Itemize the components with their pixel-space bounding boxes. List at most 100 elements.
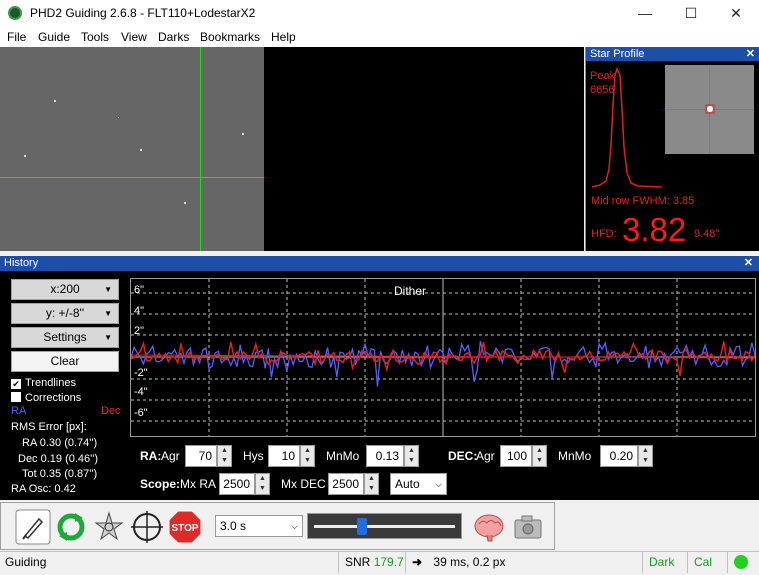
loop-icon [57, 513, 85, 541]
stop-icon: STOP [168, 510, 202, 544]
chevron-down-icon: ▼ [104, 333, 112, 342]
scope-label: Scope: [140, 477, 181, 491]
loop-exposure-button[interactable] [53, 509, 89, 545]
snr-value: 179.7 [373, 555, 404, 569]
corrections-label: Corrections [25, 392, 82, 404]
dec-guide-mode-select[interactable]: Auto ⌵ [390, 473, 447, 495]
hfd-label: HFD: [591, 228, 617, 240]
connected-led-icon [734, 555, 748, 569]
history-close-icon[interactable]: ✕ [744, 256, 753, 271]
dither-annotation: Dither [394, 284, 427, 298]
slider-thumb[interactable] [357, 518, 368, 535]
star-profile-curve [591, 67, 663, 188]
minimize-button[interactable]: — [622, 0, 668, 28]
gamma-slider[interactable] [307, 513, 462, 539]
y-tick-label: 4" [134, 305, 145, 317]
camera-image-dark-area [264, 47, 584, 251]
dec-mnmo-spinner[interactable]: ▲ ▼ [638, 445, 653, 467]
exposure-duration-select[interactable]: 3.0 s ⌵ [215, 515, 303, 537]
menu-tools[interactable]: Tools [81, 30, 109, 44]
y-tick-label: -6" [134, 407, 148, 419]
menu-bookmarks[interactable]: Bookmarks [200, 30, 260, 44]
snr-label: SNR [345, 555, 371, 569]
camera-connect-icon [15, 509, 51, 545]
dec-agr-spinner[interactable]: ▲ ▼ [532, 445, 547, 467]
history-title: History [4, 257, 39, 269]
app-icon [8, 6, 22, 20]
ra-agr-input[interactable]: 70 [185, 445, 217, 467]
ra-oscillation: RA Osc: 0.42 [11, 483, 76, 495]
brain-icon [474, 514, 504, 542]
mx-ra-label: Mx RA [180, 477, 216, 491]
history-graph-canvas [131, 279, 755, 436]
chevron-down-icon: ⌵ [435, 479, 442, 489]
clear-button[interactable]: Clear [11, 351, 119, 372]
legend-dec: Dec [101, 405, 121, 417]
x-scale-button[interactable]: x:200 ▼ [11, 279, 119, 300]
ra-hys-spinner[interactable]: ▲ ▼ [300, 445, 315, 467]
star-profile-close-icon[interactable]: ✕ [746, 47, 755, 61]
dec-mnmo-label: MnMo [558, 449, 592, 463]
menu-help[interactable]: Help [271, 30, 296, 44]
history-graph[interactable]: 6" 4" 2" -2" -4" -6" Dither [130, 278, 756, 437]
menu-bar: File Guide Tools View Darks Bookmarks He… [0, 28, 759, 47]
mx-ra-input[interactable]: 2500 [219, 473, 255, 495]
checkbox-checked-icon: ✔ [11, 379, 21, 389]
y-tick-label: 2" [134, 325, 145, 337]
window-title: PHD2 Guiding 2.6.8 - FLT110+LodestarX2 [30, 6, 256, 20]
star [118, 117, 119, 118]
mx-ra-spinner[interactable]: ▲ ▼ [255, 473, 270, 495]
settings-label: Settings [43, 330, 87, 344]
trendlines-checkbox[interactable]: ✔ Trendlines [11, 377, 76, 389]
auto-select-star-button[interactable] [91, 509, 127, 545]
camera-gear-icon [514, 515, 542, 539]
ra-mnmo-spinner[interactable]: ▲ ▼ [404, 445, 419, 467]
ra-hys-input[interactable]: 10 [268, 445, 300, 467]
menu-view[interactable]: View [121, 30, 147, 44]
ra-mnmo-input[interactable]: 0.13 [366, 445, 404, 467]
dec-agr-input[interactable]: 100 [500, 445, 532, 467]
hys-label: Hys [243, 449, 264, 463]
close-button[interactable]: ✕ [713, 0, 759, 28]
mx-dec-input[interactable]: 2500 [328, 473, 364, 495]
mx-dec-spinner[interactable]: ▲ ▼ [364, 473, 379, 495]
rms-ra: RA 0.30 (0.74'') [22, 437, 98, 449]
guide-button[interactable] [129, 509, 165, 545]
ra-agr-label: Agr [161, 449, 180, 463]
star-profile-panel: Star Profile ✕ Peak 6656 Mid row FWHM: 3… [585, 47, 759, 251]
hfd-arcsec: 9.48" [694, 228, 720, 240]
title-bar: PHD2 Guiding 2.6.8 - FLT110+LodestarX2 —… [0, 0, 759, 28]
connection-indicator [727, 552, 759, 573]
star [54, 100, 56, 102]
arrow-right-icon: ➜ [412, 555, 423, 569]
corrections-checkbox[interactable]: Corrections [11, 392, 81, 404]
star-select-icon [94, 511, 124, 541]
stop-button[interactable]: STOP [167, 509, 203, 545]
x-scale-label: x:200 [50, 282, 80, 296]
y-scale-button[interactable]: y: +/-8'' ▼ [11, 303, 119, 324]
ra-agr-spinner[interactable]: ▲ ▼ [217, 445, 232, 467]
star-profile-header: Star Profile ✕ [586, 47, 759, 61]
camera-image[interactable] [0, 47, 264, 251]
dec-label: DEC: [448, 449, 478, 463]
trendlines-label: Trendlines [25, 377, 76, 389]
star [140, 149, 142, 151]
maximize-button[interactable]: ☐ [668, 0, 714, 28]
checkbox-icon [11, 392, 21, 402]
guide-step-value: 39 ms, 0.2 px [433, 555, 506, 569]
menu-file[interactable]: File [7, 30, 26, 44]
dec-mnmo-input[interactable]: 0.20 [600, 445, 638, 467]
use-camera-button[interactable] [15, 509, 51, 545]
crosshair-horizontal [0, 177, 264, 178]
rms-dec: Dec 0.19 (0.46'') [18, 453, 99, 465]
guiding-state: Guiding [5, 555, 47, 569]
target-icon [131, 511, 163, 543]
dec-agr-label: Agr [476, 449, 495, 463]
fwhm-readout: Mid row FWHM: 3.85 [591, 195, 695, 207]
menu-guide[interactable]: Guide [38, 30, 70, 44]
brain-settings-button[interactable] [471, 509, 507, 545]
status-bar: Guiding SNR 179.7 ➜ 39 ms, 0.2 px Dark C… [0, 551, 759, 573]
camera-settings-button[interactable] [510, 509, 546, 545]
menu-darks[interactable]: Darks [158, 30, 189, 44]
settings-button[interactable]: Settings ▼ [11, 327, 119, 348]
